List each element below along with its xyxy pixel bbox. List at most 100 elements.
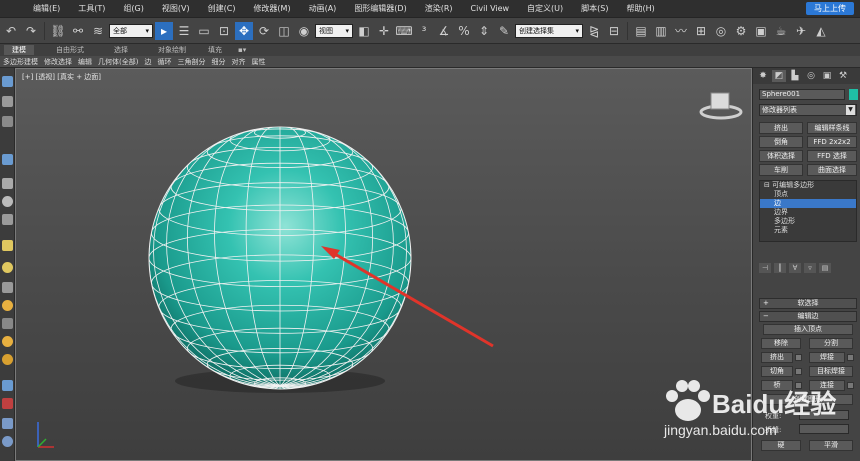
utilities-tab-icon[interactable]: ⚒ [836, 70, 850, 82]
menu-rendering[interactable]: 渲染(R) [416, 3, 462, 14]
mirror-icon[interactable]: ⧎ [585, 22, 603, 40]
panel-edit[interactable]: 编辑 [75, 57, 95, 67]
select-by-name-icon[interactable]: ☰ [175, 22, 193, 40]
named-selection-select[interactable]: 创建选择集 ▾ [515, 23, 583, 38]
helper-icon[interactable] [2, 318, 13, 329]
stack-level-element[interactable]: 元素 [760, 226, 856, 235]
layer-explorer-icon[interactable]: ▤ [632, 22, 650, 40]
material-editor-icon[interactable]: ◎ [712, 22, 730, 40]
pivot-center-icon[interactable]: ◧ [355, 22, 373, 40]
modifier-icon[interactable] [2, 154, 13, 165]
globe-icon[interactable] [2, 436, 13, 447]
chamfer-mod-button[interactable]: 倒角 [759, 136, 803, 148]
menu-edit[interactable]: 编辑(E) [24, 3, 69, 14]
select-object-icon[interactable]: ▸ [155, 21, 173, 40]
align-icon[interactable]: ⊟ [605, 22, 623, 40]
stack-level-border[interactable]: 边界 [760, 208, 856, 217]
panel-geometry-all[interactable]: 几何体(全部) [95, 57, 141, 67]
surface-select-button[interactable]: 曲面选择 [807, 164, 857, 176]
menu-view[interactable]: 视图(V) [153, 3, 199, 14]
render-production-icon[interactable]: ☕ [772, 22, 790, 40]
configure-modifier-sets-icon[interactable]: ▤ [819, 263, 831, 273]
percent-snap-icon[interactable]: % [455, 22, 473, 40]
menu-graph-editors[interactable]: 图形编辑器(D) [345, 3, 415, 14]
create-tab-icon[interactable]: ✸ [756, 70, 770, 82]
spinner-snap-icon[interactable]: ⇕ [475, 22, 493, 40]
motion-tab-icon[interactable]: ◎ [804, 70, 818, 82]
panel-tris[interactable]: 三角剖分 [174, 57, 208, 67]
perspective-viewport[interactable]: [+] [透视] [真实 + 边面] [15, 68, 752, 461]
ribbon-options-icon[interactable]: ▪▾ [230, 46, 254, 54]
keyboard-shortcut-icon[interactable]: ⌨ [395, 22, 413, 40]
select-rotate-icon[interactable]: ⟳ [255, 22, 273, 40]
toggle-ribbon-icon[interactable]: ▥ [652, 22, 670, 40]
object-name-field[interactable]: Sphere001 [759, 89, 845, 100]
modify-tab-icon[interactable]: ◩ [772, 70, 786, 82]
make-unique-icon[interactable]: ∀ [789, 263, 801, 273]
menu-customize[interactable]: 自定义(U) [518, 3, 572, 14]
sun-icon[interactable] [2, 300, 13, 311]
extrude-mod-button[interactable]: 挤出 [759, 122, 803, 134]
sphere-icon[interactable] [2, 196, 13, 207]
show-end-result-icon[interactable]: ┃ [774, 263, 786, 273]
modifier-list-dropdown[interactable]: 修改器列表 ▼ [759, 104, 857, 116]
panel-align[interactable]: 对齐 [228, 57, 248, 67]
panel-polygon-modeling[interactable]: 多边形建模 [0, 57, 41, 67]
undo-icon[interactable]: ↶ [2, 22, 20, 40]
tab-populate[interactable]: 填充 [200, 45, 230, 55]
select-manipulate-icon[interactable]: ✛ [375, 22, 393, 40]
edit-spline-button[interactable]: 编辑样条线 [807, 122, 857, 134]
angle-snap-icon[interactable]: ∡ [435, 22, 453, 40]
stack-level-polygon[interactable]: 多边形 [760, 217, 856, 226]
panel-loops[interactable]: 循环 [154, 57, 174, 67]
rendered-frame-window-icon[interactable]: ▣ [752, 22, 770, 40]
rollout-soft-selection[interactable]: + 软选择 [759, 298, 857, 309]
panel-modify-selection[interactable]: 修改选择 [41, 57, 75, 67]
pin-stack-icon[interactable]: ⊣ [759, 263, 771, 273]
redo-icon[interactable]: ↷ [22, 22, 40, 40]
render-iterative-icon[interactable]: ✈ [792, 22, 810, 40]
remove-modifier-icon[interactable]: ▿ [804, 263, 816, 273]
display-tab-icon[interactable]: ▣ [820, 70, 834, 82]
panel-subdivision[interactable]: 细分 [208, 57, 228, 67]
viewport-label[interactable]: [+] [透视] [真实 + 边面] [22, 72, 101, 82]
split-button[interactable]: 分割 [809, 338, 853, 349]
menu-help[interactable]: 帮助(H) [617, 3, 663, 14]
viewcube[interactable] [699, 92, 743, 120]
reference-coordinate-select[interactable]: 视图 ▾ [315, 23, 353, 38]
selection-filter-select[interactable]: 全部 ▾ [109, 23, 153, 38]
rollout-edit-edges[interactable]: − 编辑边 [759, 311, 857, 322]
box-icon[interactable] [2, 96, 13, 107]
menu-create[interactable]: 创建(C) [199, 3, 245, 14]
menu-group[interactable]: 组(G) [114, 3, 152, 14]
upload-button[interactable]: 马上上传 [806, 2, 854, 15]
shell-icon[interactable] [2, 214, 13, 225]
stack-level-edge[interactable]: 边 [760, 199, 856, 208]
bind-space-warp-icon[interactable]: ≋ [89, 22, 107, 40]
render-activeshade-icon[interactable]: ◭ [812, 22, 830, 40]
remove-button[interactable]: 移除 [761, 338, 801, 349]
stack-level-vertex[interactable]: 顶点 [760, 190, 856, 199]
panel-properties[interactable]: 属性 [248, 57, 268, 67]
schematic-view-icon[interactable]: ⊞ [692, 22, 710, 40]
lathe-button[interactable]: 车削 [759, 164, 803, 176]
select-move-icon[interactable]: ✥ [235, 21, 253, 40]
volume-select-button[interactable]: 体积选择 [759, 150, 803, 162]
snap-toggle-icon[interactable]: ³ [415, 22, 433, 40]
object-color-swatch[interactable] [849, 89, 858, 100]
link-icon[interactable]: ⛓ [49, 22, 67, 40]
edit-named-selection-icon[interactable]: ✎ [495, 22, 513, 40]
menu-animation[interactable]: 动画(A) [300, 3, 346, 14]
system-icon[interactable] [2, 398, 13, 409]
spacewarp-icon[interactable] [2, 380, 13, 391]
grid-icon[interactable] [2, 116, 13, 127]
tab-freeform[interactable]: 自由形式 [48, 45, 92, 55]
render-setup-icon[interactable]: ⚙ [732, 22, 750, 40]
skylight-icon[interactable] [2, 354, 13, 365]
biped-icon[interactable] [2, 418, 13, 429]
menu-scripting[interactable]: 脚本(S) [572, 3, 617, 14]
insert-vertex-button[interactable]: 插入顶点 [763, 324, 853, 335]
unlink-icon[interactable]: ⚯ [69, 22, 87, 40]
bend-icon[interactable] [2, 178, 13, 189]
window-crossing-icon[interactable]: ⊡ [215, 22, 233, 40]
